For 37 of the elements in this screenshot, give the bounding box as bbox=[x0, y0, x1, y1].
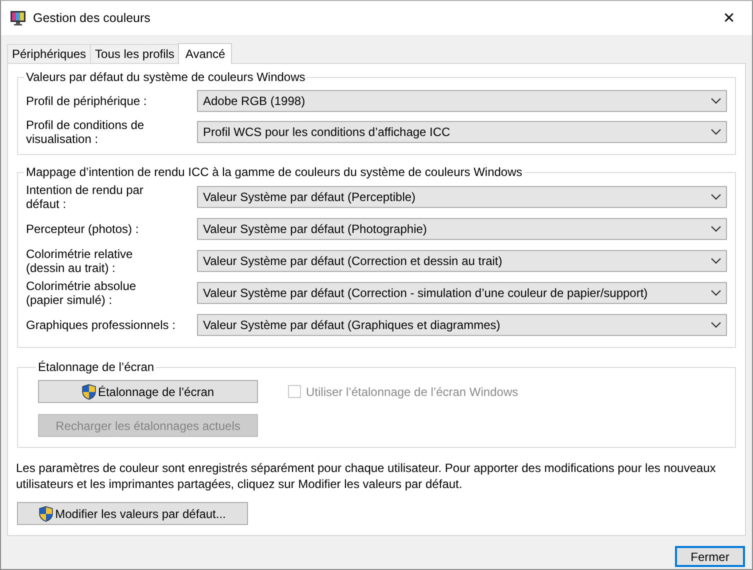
field-label: Graphiques professionnels : bbox=[26, 318, 176, 332]
chevron-icon bbox=[711, 290, 721, 296]
group-title: Étalonnage de l’écran bbox=[37, 360, 156, 374]
checkbox-label: Utiliser l’étalonnage de l’écran Windows bbox=[306, 384, 518, 398]
field-label: Profil de périphérique : bbox=[26, 94, 148, 108]
dropdown[interactable]: Valeur Système par défaut (Correction - simulation d’une couleur de papier/support) bbox=[197, 282, 727, 304]
tab[interactable]: Avancé bbox=[178, 43, 232, 64]
chevron-icon bbox=[711, 194, 721, 200]
dropdown[interactable]: Adobe RGB (1998) bbox=[197, 90, 727, 112]
tab[interactable]: Tous les profils bbox=[90, 44, 180, 63]
window-title: Gestion des couleurs bbox=[33, 11, 150, 25]
chevron-icon bbox=[711, 322, 721, 328]
dropdown[interactable]: Valeur Système par défaut (Photographie) bbox=[197, 218, 727, 240]
close-dialog-button[interactable]: Fermer bbox=[675, 546, 745, 567]
shield-icon bbox=[39, 506, 54, 522]
field-label: Percepteur (photos) : bbox=[26, 222, 140, 236]
dropdown[interactable]: Profil WCS pour les conditions d’affichage ICC bbox=[197, 121, 727, 143]
chevron-icon bbox=[711, 129, 721, 135]
chevron-icon bbox=[711, 226, 721, 232]
calibrate-button[interactable]: Étalonnage de l’écran bbox=[38, 380, 258, 403]
modify-defaults-button[interactable]: Modifier les valeurs par défaut... bbox=[17, 502, 248, 525]
group-title: Valeurs par défaut du système de couleurs Windows bbox=[25, 70, 306, 84]
monitor-icon bbox=[10, 10, 26, 26]
close-button[interactable]: ✕ bbox=[706, 1, 752, 35]
chevron-icon bbox=[711, 98, 721, 104]
group-title: Mappage d’intention de rendu ICC à la gamme de couleurs du système de couleurs Windows bbox=[25, 165, 524, 179]
field-label: Colorimétrie absolue (papier simulé) : bbox=[26, 279, 138, 307]
chevron-icon bbox=[711, 258, 721, 264]
shield-icon bbox=[82, 384, 96, 400]
info-text: Les paramètres de couleur sont enregistrés séparément pour chaque utilisateur. Pour apporter des modifications pour les nouveaux utilisateurs et les imprimantes partagées, cliquez sur Modifier les valeurs par défaut. bbox=[16, 460, 717, 492]
field-label: Intention de rendu par défaut : bbox=[26, 183, 144, 211]
dropdown[interactable]: Valeur Système par défaut (Correction et dessin au trait) bbox=[197, 250, 727, 272]
tab[interactable]: Périphériques bbox=[7, 44, 92, 63]
dropdown[interactable]: Valeur Système par défaut (Perceptible) bbox=[197, 186, 727, 208]
field-label: Profil de conditions de visualisation : bbox=[26, 118, 146, 146]
dropdown[interactable]: Valeur Système par défaut (Graphiques et diagrammes) bbox=[197, 314, 727, 336]
field-label: Colorimétrie relative (dessin au trait) : bbox=[26, 247, 134, 275]
